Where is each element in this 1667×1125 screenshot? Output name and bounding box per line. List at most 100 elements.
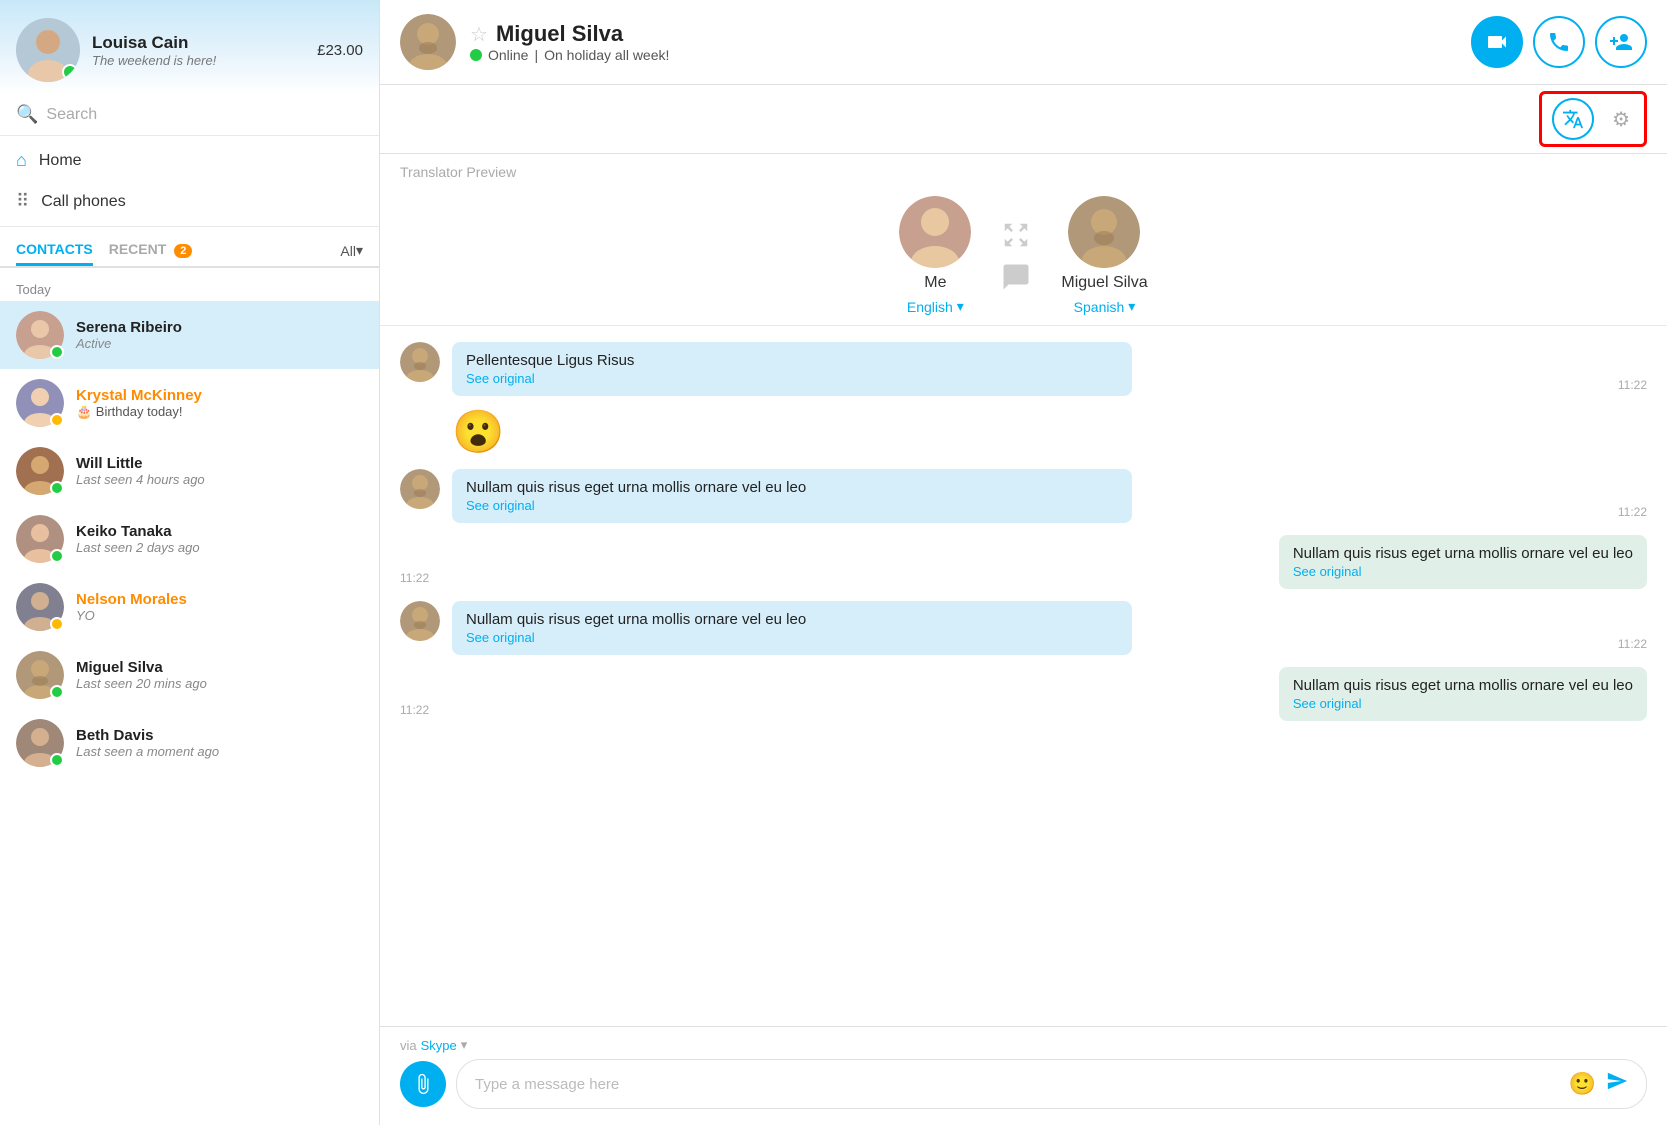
chat-contact-avatar (400, 14, 456, 70)
message-row: Pellentesque Ligus Risus See original 11… (400, 342, 1647, 396)
contact-item[interactable]: Krystal McKinney 🎂 Birthday today! (0, 369, 379, 437)
status-dot (50, 617, 64, 631)
contact-translator-avatar (1068, 196, 1140, 268)
msg-text: Nullam quis risus eget urna mollis ornar… (466, 611, 1118, 628)
nav-menu: ⌂ Home ⠿ Call phones (0, 136, 379, 227)
settings-button[interactable]: ⚙ (1608, 103, 1634, 136)
msg-content: Nullam quis risus eget urna mollis ornar… (441, 535, 1647, 589)
contact-language-select[interactable]: Spanish ▾ (1074, 298, 1136, 315)
sidebar: Louisa Cain The weekend is here! £23.00 … (0, 0, 380, 1125)
translator-preview-label: Translator Preview (380, 154, 1667, 180)
me-language-select[interactable]: English ▾ (907, 298, 964, 315)
contact-info: Beth Davis Last seen a moment ago (76, 727, 363, 759)
contact-sub: 🎂 Birthday today! (76, 404, 363, 420)
name-row: ☆ Miguel Silva (470, 21, 1431, 47)
contact-label: Miguel Silva (1061, 274, 1147, 292)
status-dot (50, 685, 64, 699)
message-row: Nullam quis risus eget urna mollis ornar… (400, 469, 1647, 523)
contact-avatar (16, 311, 64, 359)
contacts-list: Today Serena Ribeiro Active (0, 268, 379, 1125)
message-input-box[interactable]: Type a message here 🙂 (456, 1059, 1647, 1109)
contact-sub: Last seen 4 hours ago (76, 472, 363, 487)
contact-item[interactable]: Miguel Silva Last seen 20 mins ago (0, 641, 379, 709)
contact-info: Keiko Tanaka Last seen 2 days ago (76, 523, 363, 555)
see-original-link[interactable]: See original (466, 630, 1118, 645)
msg-text: Nullam quis risus eget urna mollis ornar… (466, 479, 1118, 496)
profile-credit: £23.00 (317, 42, 363, 59)
contact-item[interactable]: Will Little Last seen 4 hours ago (0, 437, 379, 505)
main-chat: ☆ Miguel Silva Online | On holiday all w… (380, 0, 1667, 1125)
contact-info: Will Little Last seen 4 hours ago (76, 455, 363, 487)
tab-recent[interactable]: RECENT 2 (109, 235, 193, 266)
msg-bubble-out: Nullam quis risus eget urna mollis ornar… (1279, 667, 1647, 721)
video-call-button[interactable] (1471, 16, 1523, 68)
contact-item[interactable]: Nelson Morales YO (0, 573, 379, 641)
contact-sub: YO (76, 608, 363, 623)
me-avatar (899, 196, 971, 268)
contact-name: Krystal McKinney (76, 387, 363, 404)
contact-info: Serena Ribeiro Active (76, 319, 363, 351)
nav-home-label: Home (39, 152, 82, 170)
section-today: Today (0, 276, 379, 301)
avatar[interactable] (16, 18, 80, 82)
add-contact-button[interactable] (1595, 16, 1647, 68)
home-icon: ⌂ (16, 150, 27, 171)
search-icon: 🔍 (16, 104, 38, 125)
tab-all[interactable]: All ▾ (340, 242, 363, 259)
contact-avatar (16, 447, 64, 495)
grid-icon: ⠿ (16, 191, 29, 212)
chat-input-area: via Skype ▾ Type a message here 🙂 (380, 1026, 1667, 1125)
msg-bubble: Pellentesque Ligus Risus See original (452, 342, 1132, 396)
message-row-outgoing: Nullam quis risus eget urna mollis ornar… (400, 535, 1647, 589)
contact-name: Nelson Morales (76, 591, 363, 608)
msg-bubble-out: Nullam quis risus eget urna mollis ornar… (1279, 535, 1647, 589)
contact-name: Serena Ribeiro (76, 319, 363, 336)
see-original-link[interactable]: See original (466, 371, 1118, 386)
msg-time: 11:22 (400, 571, 429, 585)
me-label: Me (924, 274, 946, 292)
skype-link[interactable]: Skype (421, 1038, 457, 1053)
contact-avatar (16, 379, 64, 427)
see-original-link[interactable]: See original (1293, 564, 1633, 579)
contact-info: Miguel Silva Last seen 20 mins ago (76, 659, 363, 691)
contact-avatar (16, 651, 64, 699)
star-icon[interactable]: ☆ (470, 22, 488, 47)
nav-call-phones[interactable]: ⠿ Call phones (0, 181, 379, 222)
status-dot (50, 481, 64, 495)
recent-badge: 2 (174, 244, 192, 258)
contact-item[interactable]: Keiko Tanaka Last seen 2 days ago (0, 505, 379, 573)
emoji-button[interactable]: 🙂 (1569, 1071, 1596, 1097)
contact-sub: Active (76, 336, 363, 351)
contact-item[interactable]: Beth Davis Last seen a moment ago (0, 709, 379, 777)
contact-person: Miguel Silva Spanish ▾ (1061, 196, 1147, 315)
search-bar[interactable]: 🔍 Search (0, 94, 379, 136)
contact-info: Krystal McKinney 🎂 Birthday today! (76, 387, 363, 420)
online-dot (470, 49, 482, 61)
status-dot (50, 345, 64, 359)
contact-item[interactable]: Serena Ribeiro Active (0, 301, 379, 369)
send-button[interactable] (1606, 1070, 1628, 1098)
translator-button[interactable] (1552, 98, 1594, 140)
attach-button[interactable] (400, 1061, 446, 1107)
highlighted-actions: ⚙ (1539, 91, 1647, 147)
tab-contacts[interactable]: CONTACTS (16, 235, 93, 266)
msg-bubble: Nullam quis risus eget urna mollis ornar… (452, 601, 1132, 655)
online-indicator (62, 64, 78, 80)
nav-home[interactable]: ⌂ Home (0, 140, 379, 181)
status-dot (50, 549, 64, 563)
see-original-link[interactable]: See original (1293, 696, 1633, 711)
msg-avatar (400, 601, 440, 641)
chat-header-actions (1451, 0, 1667, 84)
contact-avatar (16, 583, 64, 631)
see-original-link[interactable]: See original (466, 498, 1118, 513)
msg-content: Nullam quis risus eget urna mollis ornar… (441, 667, 1647, 721)
profile-area: Louisa Cain The weekend is here! £23.00 (0, 0, 379, 94)
contact-sub: Last seen 20 mins ago (76, 676, 363, 691)
emoji: 😮 (452, 408, 504, 457)
emoji-row: 😮 (400, 408, 1647, 457)
msg-content: Nullam quis risus eget urna mollis ornar… (452, 601, 1606, 655)
msg-time: 11:22 (1618, 378, 1647, 392)
contacts-tabs: CONTACTS RECENT 2 All ▾ (0, 227, 379, 268)
msg-content: Pellentesque Ligus Risus See original (452, 342, 1606, 396)
audio-call-button[interactable] (1533, 16, 1585, 68)
